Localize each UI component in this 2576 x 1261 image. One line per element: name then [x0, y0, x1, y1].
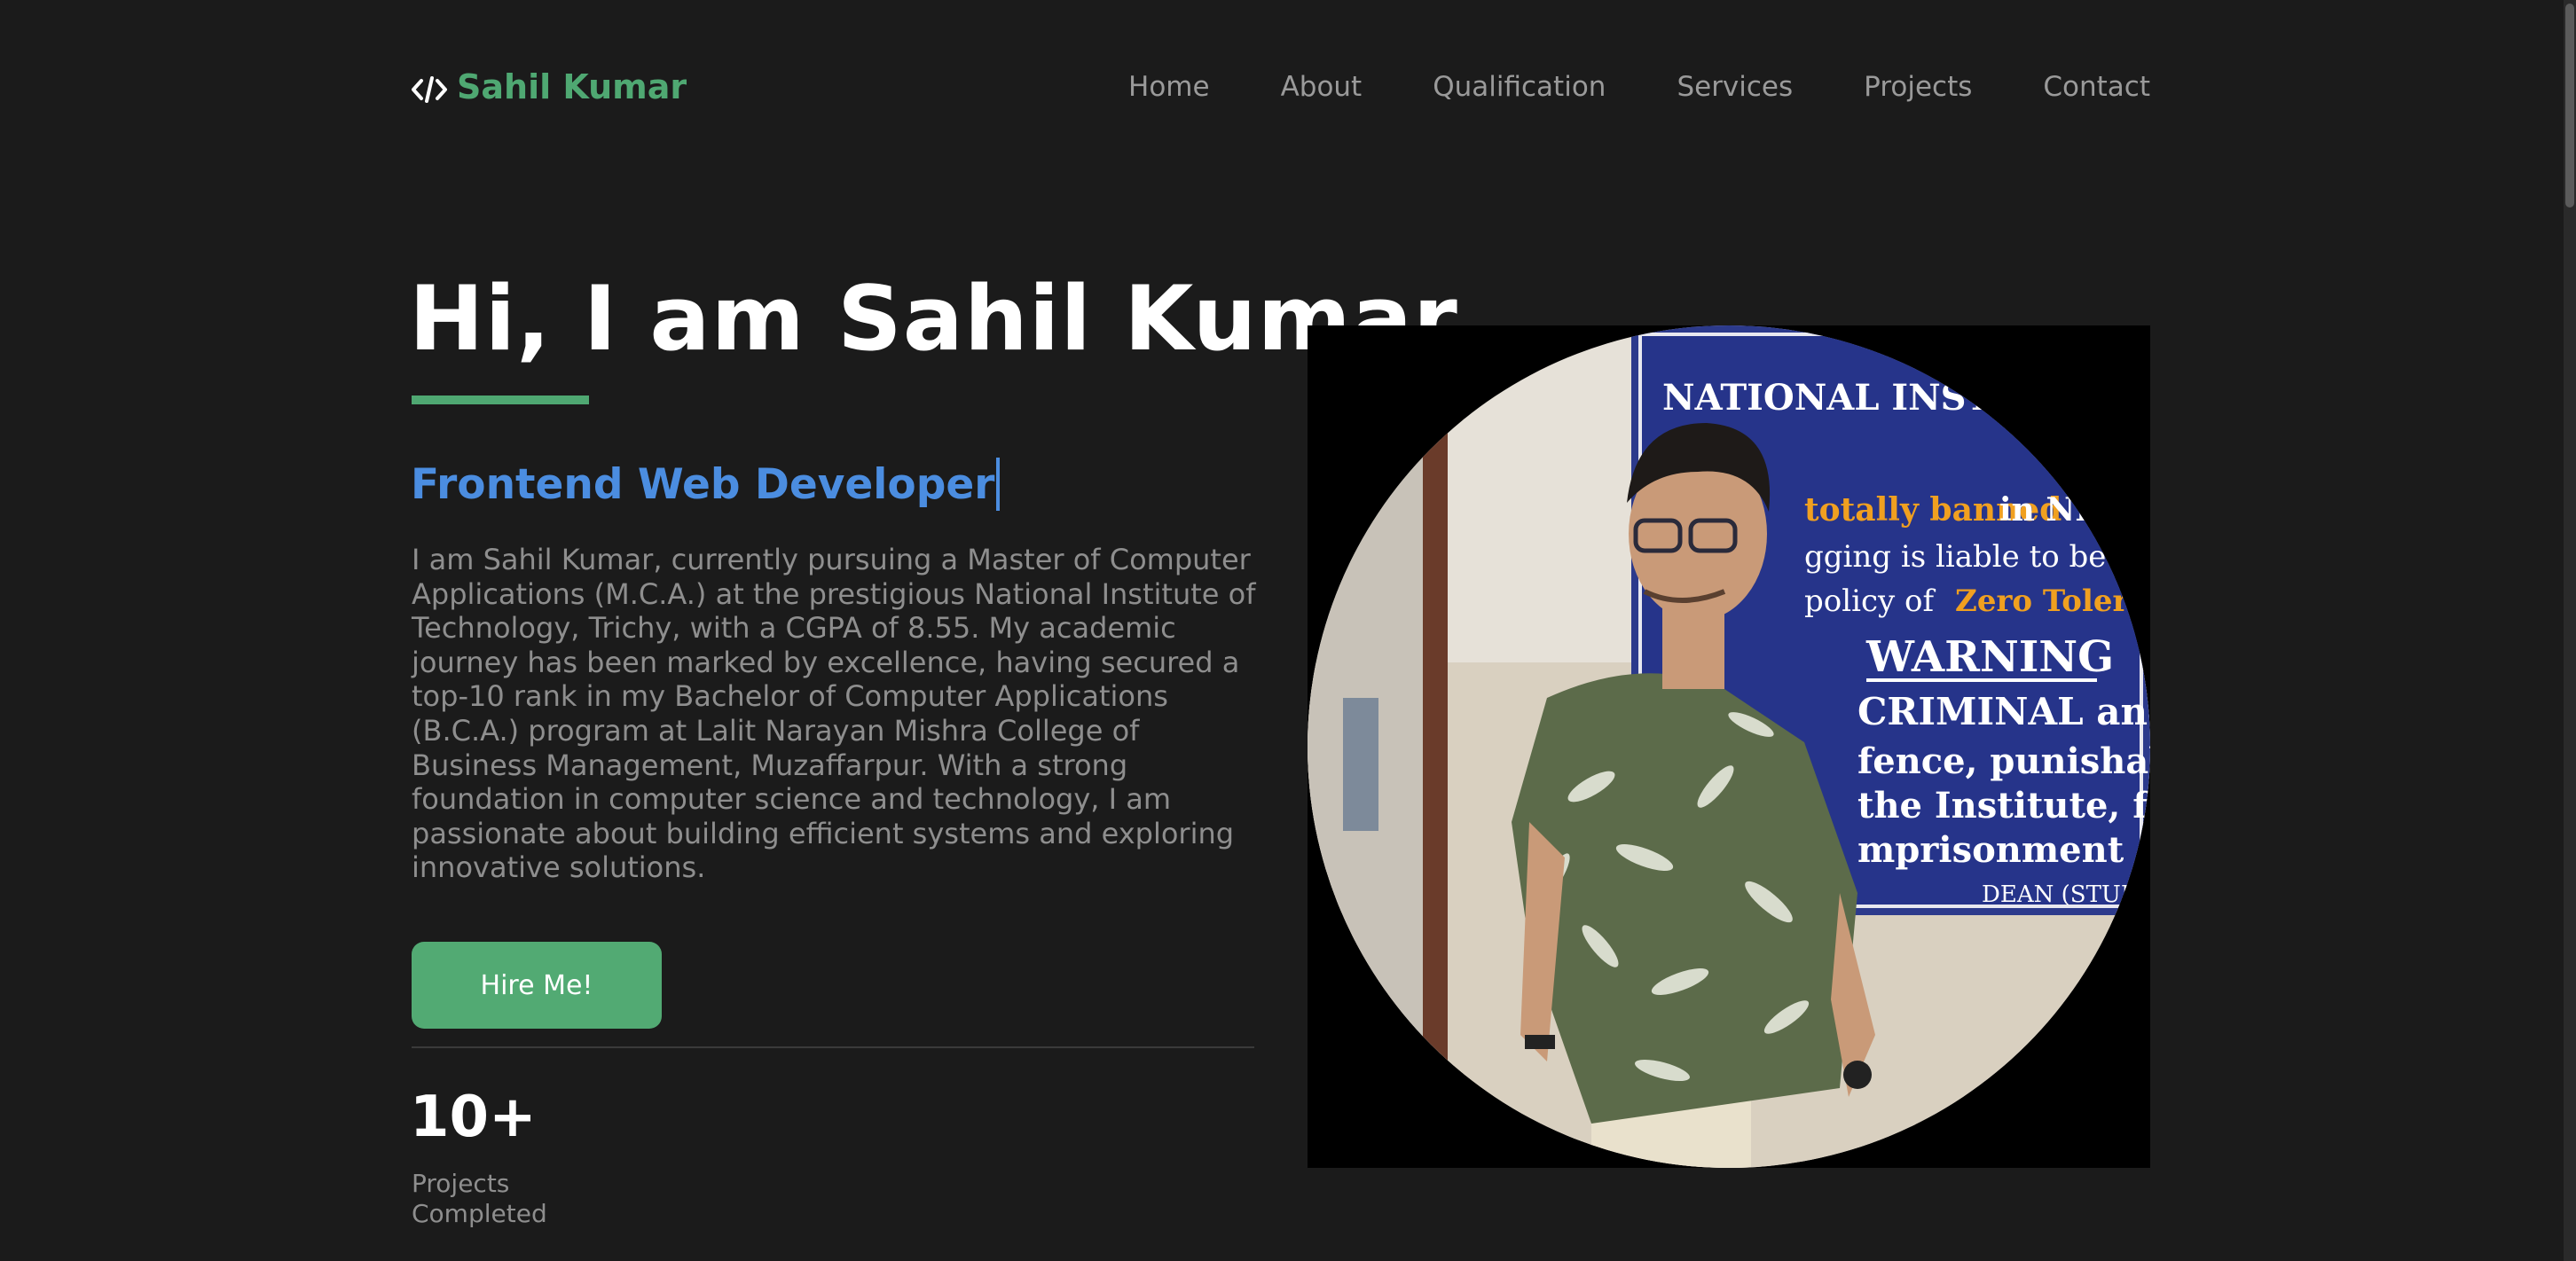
scrollbar-thumb[interactable] — [2565, 4, 2574, 208]
sign-line-6: fence, punishab — [1857, 740, 2150, 782]
brand-logo[interactable]: Sahil Kumar — [411, 66, 687, 108]
code-icon — [411, 73, 448, 103]
nav-services[interactable]: Services — [1677, 71, 1793, 103]
nav-projects[interactable]: Projects — [1864, 71, 1972, 103]
sign-line-5: CRIMINAL and — [1857, 690, 2150, 733]
hero-title: Hi, I am Sahil Kumar — [409, 266, 1458, 371]
stats-divider — [412, 1046, 1254, 1048]
typed-role: Frontend Web Developer — [411, 456, 1001, 513]
nav-about[interactable]: About — [1281, 71, 1363, 103]
nav-home[interactable]: Home — [1128, 71, 1210, 103]
brand-name: Sahil Kumar — [457, 67, 687, 106]
bio-paragraph: I am Sahil Kumar, currently pursuing a M… — [412, 543, 1256, 885]
hire-me-button[interactable]: Hire Me! — [412, 942, 662, 1029]
title-underline — [412, 396, 589, 404]
sign-line-7: the Institute, f — [1857, 785, 2150, 826]
sign-line-8: mprisonment — [1857, 829, 2124, 871]
nav-qualification[interactable]: Qualification — [1433, 71, 1606, 103]
main-nav: Home About Qualification Services Projec… — [1128, 66, 2150, 108]
sign-warning: WARNING — [1865, 632, 2114, 682]
page-scrollbar[interactable] — [2564, 0, 2576, 1261]
typing-caret — [996, 458, 1001, 511]
sign-line-2: gging is liable to be puni — [1804, 539, 2150, 575]
role-text: Frontend Web Developer — [411, 459, 995, 509]
profile-photo: NATIONAL INSTITUTE OF T totally banned i… — [1308, 325, 2150, 1168]
nav-contact[interactable]: Contact — [2043, 71, 2150, 103]
stat-label: Projects Completed — [412, 1169, 547, 1228]
stat-value: 10+ — [410, 1085, 537, 1150]
sign-line-3a: policy of — [1804, 584, 1936, 619]
portfolio-page: Sahil Kumar Home About Qualification Ser… — [0, 0, 2576, 1261]
